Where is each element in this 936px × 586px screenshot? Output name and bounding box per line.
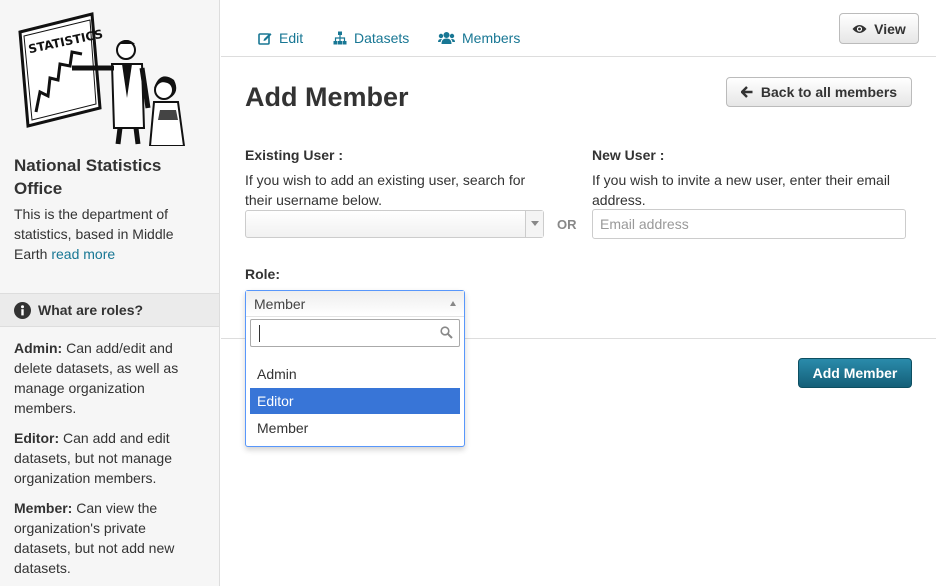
tab-label: Members <box>462 30 521 46</box>
select-arrow[interactable] <box>525 211 543 237</box>
role-name: Admin: <box>14 340 63 356</box>
role-select-current[interactable]: Member <box>246 291 464 317</box>
role-select-dropdown[interactable]: Member Admin Editor Member <box>245 290 465 447</box>
roles-heading-text: What are roles? <box>38 302 144 318</box>
roles-heading: What are roles? <box>0 293 219 327</box>
email-address-input[interactable] <box>592 209 906 239</box>
existing-user-label: Existing User : <box>245 147 344 163</box>
group-icon <box>438 32 455 44</box>
caret-up-icon <box>450 301 456 306</box>
tab-datasets[interactable]: Datasets <box>333 28 409 48</box>
role-description-admin: Admin: Can add/edit and delete datasets,… <box>14 338 204 418</box>
tab-label: Edit <box>279 30 304 46</box>
organization-description: This is the department of statistics, ba… <box>14 204 204 264</box>
role-option-member[interactable]: Member <box>250 415 460 441</box>
statistics-logo-image: STATISTICS <box>18 12 186 146</box>
view-button[interactable]: View <box>839 13 919 44</box>
role-search-input[interactable] <box>250 319 460 347</box>
new-user-help: If you wish to invite a new user, enter … <box>592 172 891 208</box>
or-separator: OR <box>557 217 577 232</box>
tab-edit[interactable]: Edit <box>258 28 303 48</box>
read-more-link[interactable]: read more <box>51 246 115 262</box>
back-to-all-members-button[interactable]: Back to all members <box>726 77 912 107</box>
organization-title: National Statistics Office <box>14 156 162 198</box>
existing-user-select[interactable] <box>245 210 544 238</box>
back-button-label: Back to all members <box>760 84 898 100</box>
eye-icon <box>852 24 867 33</box>
role-option-admin[interactable]: Admin <box>250 361 460 387</box>
role-option-editor[interactable]: Editor <box>250 388 460 414</box>
sidebar: STATISTICS National Statistics Office Th… <box>0 0 220 586</box>
role-label: Role: <box>245 266 280 282</box>
text-cursor <box>259 325 260 342</box>
role-description-member: Member: Can view the organization's priv… <box>14 498 204 578</box>
info-icon <box>14 301 31 319</box>
top-navigation: Edit Datasets Members View <box>221 0 936 57</box>
caret-down-icon <box>530 221 539 226</box>
sitemap-icon <box>333 31 347 45</box>
page-title: Add Member <box>245 82 409 112</box>
tab-members[interactable]: Members <box>438 28 520 48</box>
view-button-label: View <box>874 20 906 37</box>
existing-user-help: If you wish to add an existing user, sea… <box>245 172 526 208</box>
role-select-value: Member <box>254 295 306 312</box>
role-description-editor: Editor: Can add and edit datasets, but n… <box>14 428 204 488</box>
new-user-label: New User : <box>592 147 665 163</box>
role-name: Member: <box>14 500 73 516</box>
add-member-button[interactable]: Add Member <box>798 358 912 388</box>
edit-icon <box>258 33 272 45</box>
arrow-left-icon <box>740 86 753 98</box>
tab-label: Datasets <box>354 30 410 46</box>
search-icon <box>440 326 453 339</box>
role-name: Editor: <box>14 430 60 446</box>
